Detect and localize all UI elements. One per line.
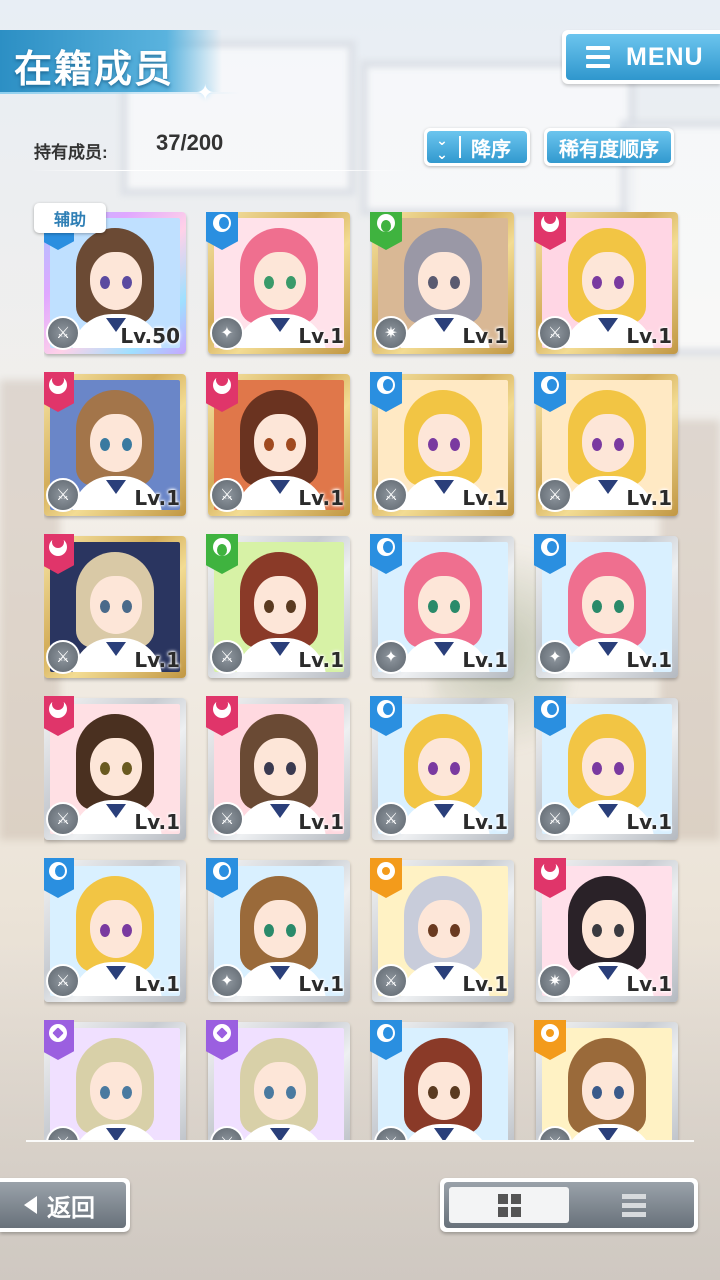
member-card[interactable]: ⚔ Lv.1: [206, 372, 350, 516]
list-view-button[interactable]: [574, 1182, 694, 1228]
list-icon: [622, 1193, 646, 1217]
page-title: 在籍成员: [14, 49, 175, 91]
role-icon: ⚔: [374, 478, 408, 512]
role-icon: ⚔: [210, 478, 244, 512]
role-icon: ⚔: [46, 802, 80, 836]
level-label: Lv.1: [626, 486, 672, 510]
role-icon: ⚔: [46, 964, 80, 998]
member-card[interactable]: ✦ Lv.1: [370, 534, 514, 678]
sort-mode-button[interactable]: 稀有度顺序: [544, 128, 674, 166]
member-card[interactable]: ⚔ Lv.50: [44, 212, 186, 354]
role-icon: ⚔: [374, 802, 408, 836]
level-label: Lv.1: [298, 810, 344, 834]
role-icon: ⚔: [538, 802, 572, 836]
double-chevron-down-icon: ⌄ ⌄: [436, 132, 448, 162]
role-icon: ⚔: [538, 478, 572, 512]
member-count-value: 37/200: [156, 130, 224, 155]
level-label: Lv.1: [298, 972, 344, 996]
hamburger-icon: [586, 46, 610, 68]
member-card[interactable]: ⚔ Lv.1: [44, 696, 186, 840]
role-icon: ⚔: [46, 316, 80, 350]
view-mode-toggle[interactable]: [440, 1178, 698, 1232]
level-label: Lv.1: [298, 324, 344, 348]
role-icon: ✷: [374, 316, 408, 350]
sort-order-button[interactable]: ⌄ ⌄ 降序: [424, 128, 530, 166]
member-card[interactable]: ⚔ Lv.1: [44, 372, 186, 516]
level-label: Lv.1: [462, 486, 508, 510]
support-tag: 辅助: [34, 203, 106, 233]
role-icon: ⚔: [210, 640, 244, 674]
grid-view-button[interactable]: [449, 1187, 569, 1223]
menu-button[interactable]: MENU: [562, 30, 720, 84]
role-icon: ✦: [210, 964, 244, 998]
back-button[interactable]: 返回: [0, 1178, 130, 1232]
member-card[interactable]: ✷ Lv.1: [534, 858, 678, 1002]
role-icon: ✦: [538, 640, 572, 674]
sort-order-label: 降序: [471, 138, 511, 161]
member-card[interactable]: ⚔ Lv.1: [370, 858, 514, 1002]
member-card[interactable]: ✦ Lv.1: [206, 212, 350, 354]
level-label: Lv.1: [134, 486, 180, 510]
role-icon: ⚔: [46, 478, 80, 512]
member-card[interactable]: ⚔ Lv.1: [206, 696, 350, 840]
member-count-label: 持有成员:: [34, 143, 108, 162]
level-label: Lv.1: [134, 810, 180, 834]
member-card[interactable]: ✦ Lv.1: [534, 534, 678, 678]
level-label: Lv.1: [134, 972, 180, 996]
back-arrow-icon: [24, 1196, 37, 1214]
member-card[interactable]: ⚔: [534, 1020, 678, 1140]
grid-icon: [497, 1193, 521, 1217]
sort-mode-label: 稀有度顺序: [559, 138, 659, 161]
level-label: Lv.1: [298, 486, 344, 510]
member-card[interactable]: ⚔ Lv.1: [534, 212, 678, 354]
back-label: 返回: [47, 1194, 95, 1222]
level-label: Lv.1: [626, 648, 672, 672]
role-icon: ⚔: [374, 964, 408, 998]
page-title-banner: 在籍成员: [0, 30, 222, 92]
member-card[interactable]: ⚔ Lv.1: [44, 858, 186, 1002]
role-icon: ⚔: [46, 640, 80, 674]
role-icon: ✦: [374, 640, 408, 674]
level-label: Lv.1: [462, 648, 508, 672]
level-label: Lv.1: [626, 324, 672, 348]
role-icon: ✦: [210, 316, 244, 350]
member-card[interactable]: ⚔: [44, 1020, 186, 1140]
level-label: Lv.1: [626, 972, 672, 996]
role-icon: ⚔: [210, 802, 244, 836]
level-label: Lv.1: [134, 648, 180, 672]
role-icon: ⚔: [538, 316, 572, 350]
menu-label: MENU: [626, 42, 704, 71]
level-label: Lv.50: [120, 324, 180, 348]
role-icon: ✷: [538, 964, 572, 998]
level-label: Lv.1: [462, 324, 508, 348]
level-label: Lv.1: [626, 810, 672, 834]
member-card[interactable]: ✷ Lv.1: [370, 212, 514, 354]
divider: [30, 170, 410, 171]
separator: [459, 136, 461, 158]
level-label: Lv.1: [298, 648, 344, 672]
sparkle-icon: ✦: [196, 80, 215, 105]
member-card[interactable]: ⚔ Lv.1: [206, 534, 350, 678]
member-card[interactable]: ⚔: [370, 1020, 514, 1140]
level-label: Lv.1: [462, 972, 508, 996]
member-card[interactable]: ⚔: [206, 1020, 350, 1140]
member-card[interactable]: ⚔ Lv.1: [370, 372, 514, 516]
member-card[interactable]: ⚔ Lv.1: [370, 696, 514, 840]
member-card[interactable]: ✦ Lv.1: [206, 858, 350, 1002]
member-card[interactable]: ⚔ Lv.1: [44, 534, 186, 678]
divider: [26, 1140, 694, 1142]
level-label: Lv.1: [462, 810, 508, 834]
member-grid: ⚔ Lv.50 ✦ Lv.1 ✷ Lv.1 ⚔ Lv.1 ⚔ Lv.1 ⚔ Lv.1 ⚔ Lv.1 ⚔ Lv.…: [44, 212, 684, 1140]
member-card[interactable]: ⚔ Lv.1: [534, 372, 678, 516]
member-card[interactable]: ⚔ Lv.1: [534, 696, 678, 840]
